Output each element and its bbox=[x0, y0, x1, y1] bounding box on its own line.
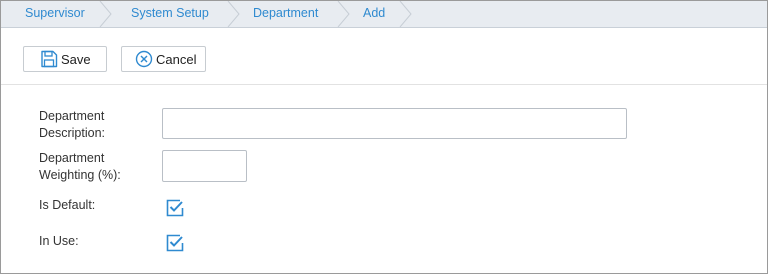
breadcrumb-item-add[interactable]: Add bbox=[363, 1, 385, 27]
toolbar: Save Cancel bbox=[1, 28, 767, 85]
cancel-circle-x-icon bbox=[134, 49, 154, 69]
breadcrumb-separator-icon bbox=[99, 1, 112, 27]
save-button[interactable]: Save bbox=[23, 46, 107, 72]
cancel-button-label: Cancel bbox=[156, 51, 197, 67]
breadcrumb: Supervisor System Setup Department Add bbox=[1, 1, 767, 28]
breadcrumb-item-system-setup[interactable]: System Setup bbox=[131, 1, 209, 27]
breadcrumb-separator-icon bbox=[337, 1, 350, 27]
save-button-label: Save bbox=[61, 51, 91, 67]
department-description-input[interactable] bbox=[162, 108, 627, 139]
cancel-button[interactable]: Cancel bbox=[121, 46, 206, 72]
is-default-label: Is Default: bbox=[39, 198, 96, 212]
checked-checkbox-icon bbox=[166, 234, 184, 252]
breadcrumb-item-supervisor[interactable]: Supervisor bbox=[25, 1, 85, 27]
breadcrumb-item-department[interactable]: Department bbox=[253, 1, 318, 27]
is-default-checkbox[interactable] bbox=[165, 198, 185, 218]
department-description-label: Department Description: bbox=[39, 109, 105, 140]
page-frame: Supervisor System Setup Department Add S… bbox=[0, 0, 768, 274]
save-icon bbox=[39, 49, 59, 69]
department-weighting-input[interactable] bbox=[162, 150, 247, 182]
breadcrumb-separator-icon bbox=[399, 1, 412, 27]
department-weighting-label: Department Weighting (%): bbox=[39, 151, 121, 182]
checked-checkbox-icon bbox=[166, 199, 184, 217]
breadcrumb-separator-icon bbox=[227, 1, 240, 27]
in-use-checkbox[interactable] bbox=[165, 233, 185, 253]
in-use-label: In Use: bbox=[39, 234, 79, 248]
